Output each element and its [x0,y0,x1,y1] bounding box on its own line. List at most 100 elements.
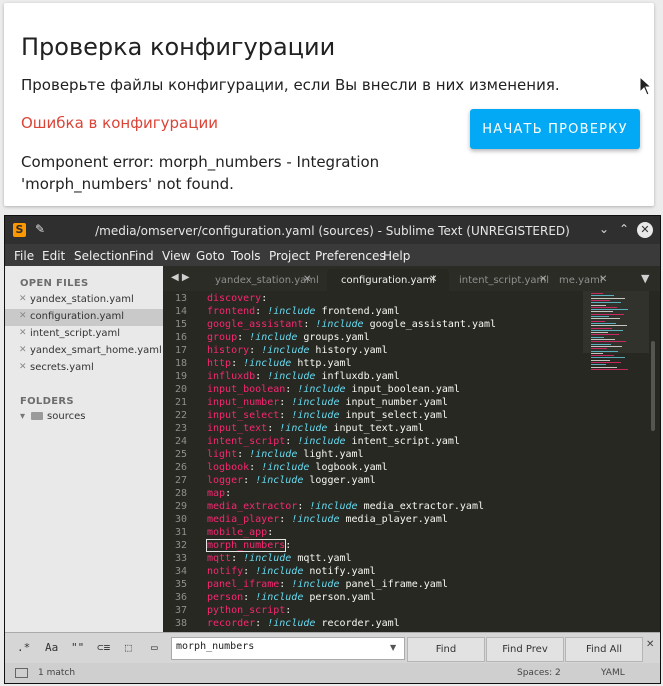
code-content[interactable]: logger: !include logger.yaml [207,475,376,486]
find-input-box[interactable]: ▼ [171,637,405,660]
code-line[interactable]: 17 history: !include history.yaml [163,345,583,358]
close-file-icon[interactable]: ✕ [19,362,27,372]
code-content[interactable]: intent_script: !include intent_script.ya… [207,436,460,447]
tab[interactable]: intent_script.yaml ✕ [453,269,553,291]
code-line[interactable]: 19 influxdb: !include influxdb.yaml [163,371,583,384]
code-line[interactable]: 18 http: !include http.yaml [163,358,583,371]
code-content[interactable]: recorder: !include recorder.yaml [207,618,400,629]
menu-file[interactable]: File [14,249,34,263]
code-line[interactable]: 22 input_select: !include input_select.ya… [163,410,583,423]
expand-arrow-icon[interactable]: ▾ [20,411,25,422]
code-line[interactable]: 24 intent_script: !include intent_script.… [163,436,583,449]
code-content[interactable]: google_assistant: !include google_assist… [207,319,496,330]
minimize-icon[interactable]: ⌄ [599,222,609,236]
highlight-matches-toggle-icon[interactable]: ▭ [151,641,158,654]
code-line[interactable]: 32 morph_numbers: [163,539,583,553]
find-prev-button[interactable]: Find Prev [486,637,564,662]
code-line[interactable]: 27 logger: !include logger.yaml [163,475,583,488]
code-content[interactable]: notify: !include notify.yaml [207,566,376,577]
code-content[interactable]: discovery: [207,293,267,304]
code-line[interactable]: 13 discovery: [163,293,583,306]
sidebar-folder[interactable]: ▾ sources [20,411,85,422]
find-button[interactable]: Find [407,637,485,662]
menu-view[interactable]: View [162,249,190,263]
code-content[interactable]: input_text: !include input_text.yaml [207,423,424,434]
code-content[interactable]: http: !include http.yaml [207,358,352,369]
find-input[interactable] [176,641,376,652]
code-line[interactable]: 15 google_assistant: !include google_assi… [163,319,583,332]
panel-toggle-icon[interactable] [15,668,28,678]
code-content[interactable]: mqtt: !include mqtt.yaml [207,553,352,564]
tab[interactable]: me.yaml ✕ [555,269,615,291]
code-line[interactable]: 14 frontend: !include frontend.yaml [163,306,583,319]
menu-tools[interactable]: Tools [231,249,261,263]
code-line[interactable]: 33 mqtt: !include mqtt.yaml [163,553,583,566]
whole-word-toggle-icon[interactable]: "" [71,641,84,654]
tab-active[interactable]: configuration.yaml ✕ [327,269,449,291]
code-content[interactable]: map: [207,488,231,499]
tab[interactable]: yandex_station.yaml ✕ [197,269,325,291]
close-file-icon[interactable]: ✕ [19,294,27,304]
code-content[interactable]: mobile_app: [207,527,273,538]
sidebar-file-active[interactable]: ✕ configuration.yaml [5,309,163,326]
code-content[interactable]: light: !include light.yaml [207,449,364,460]
code-content[interactable]: morph_numbers: [205,539,291,552]
code-line[interactable]: 36 person: !include person.yaml [163,592,583,605]
sidebar-file[interactable]: ✕ intent_script.yaml [5,326,163,343]
code-content[interactable]: logbook: !include logbook.yaml [207,462,388,473]
code-line[interactable]: 37 python_script: [163,605,583,618]
code-line[interactable]: 30 media_player: !include media_player.ya… [163,514,583,527]
code-line[interactable]: 21 input_number: !include input_number.ya… [163,397,583,410]
close-file-icon[interactable]: ✕ [19,345,27,355]
code-line[interactable]: 26 logbook: !include logbook.yaml [163,462,583,475]
code-line[interactable]: 34 notify: !include notify.yaml [163,566,583,579]
code-content[interactable]: influxdb: !include influxdb.yaml [207,371,400,382]
code-content[interactable]: input_select: !include input_select.yaml [207,410,448,421]
tab-close-icon[interactable]: ✕ [599,274,607,285]
sidebar-file[interactable]: ✕ yandex_station.yaml [5,292,163,309]
wrap-toggle-icon[interactable]: ⊂≡ [97,641,110,654]
tab-nav-arrows-icon[interactable]: ◀ ▶ [171,272,190,283]
code-line[interactable]: 35 panel_iframe: !include panel_iframe.ya… [163,579,583,592]
window-titlebar[interactable]: S ✎ /media/omserver/configuration.yaml (… [5,216,660,244]
code-content[interactable]: media_extractor: !include media_extracto… [207,501,484,512]
tab-close-icon[interactable]: ✕ [303,274,311,285]
code-line[interactable]: 31 mobile_app: [163,527,583,540]
close-icon[interactable]: ✕ [637,222,653,238]
tab-close-icon[interactable]: ✕ [539,274,547,285]
menu-edit[interactable]: Edit [42,249,65,263]
code-content[interactable]: media_player: !include media_player.yaml [207,514,448,525]
case-sensitive-toggle-icon[interactable]: Aa [45,641,58,654]
syntax-status[interactable]: YAML [601,668,625,678]
code-content[interactable]: input_boolean: !include input_boolean.ya… [207,384,460,395]
menu-find[interactable]: Find [129,249,154,263]
code-line[interactable]: 38 recorder: !include recorder.yaml [163,618,583,631]
menu-help[interactable]: Help [383,249,410,263]
maximize-icon[interactable]: ⌃ [619,222,629,236]
code-line[interactable]: 20 input_boolean: !include input_boolean.… [163,384,583,397]
code-content[interactable]: python_script: [207,605,291,616]
in-selection-toggle-icon[interactable]: ⬚ [125,641,132,654]
indentation-status[interactable]: Spaces: 2 [517,668,561,678]
close-file-icon[interactable]: ✕ [19,328,27,338]
menu-goto[interactable]: Goto [196,249,225,263]
sidebar-file[interactable]: ✕ secrets.yaml [5,360,163,377]
code-content[interactable]: person: !include person.yaml [207,592,376,603]
find-all-button[interactable]: Find All [565,637,643,662]
minimap[interactable] [583,291,649,632]
menu-selection[interactable]: Selection [74,249,129,263]
code-content[interactable]: group: !include groups.yaml [207,332,370,343]
code-line[interactable]: 16 group: !include groups.yaml [163,332,583,345]
tab-close-icon[interactable]: ✕ [429,274,437,285]
history-dropdown-icon[interactable]: ▼ [390,643,396,652]
tab-menu-icon[interactable]: ▼ [641,272,649,285]
code-editor[interactable]: 13 discovery: 14 frontend: !include fronten… [163,291,583,632]
code-content[interactable]: input_number: !include input_number.yaml [207,397,448,408]
code-line[interactable]: 23 input_text: !include input_text.yaml [163,423,583,436]
code-line[interactable]: 29 media_extractor: !include media_extrac… [163,501,583,514]
code-content[interactable]: panel_iframe: !include panel_iframe.yaml [207,579,448,590]
vertical-scrollbar[interactable] [651,341,655,431]
code-line[interactable]: 28 map: [163,488,583,501]
close-find-icon[interactable]: ✕ [646,639,654,650]
check-config-button[interactable]: НАЧАТЬ ПРОВЕРКУ [470,109,640,149]
